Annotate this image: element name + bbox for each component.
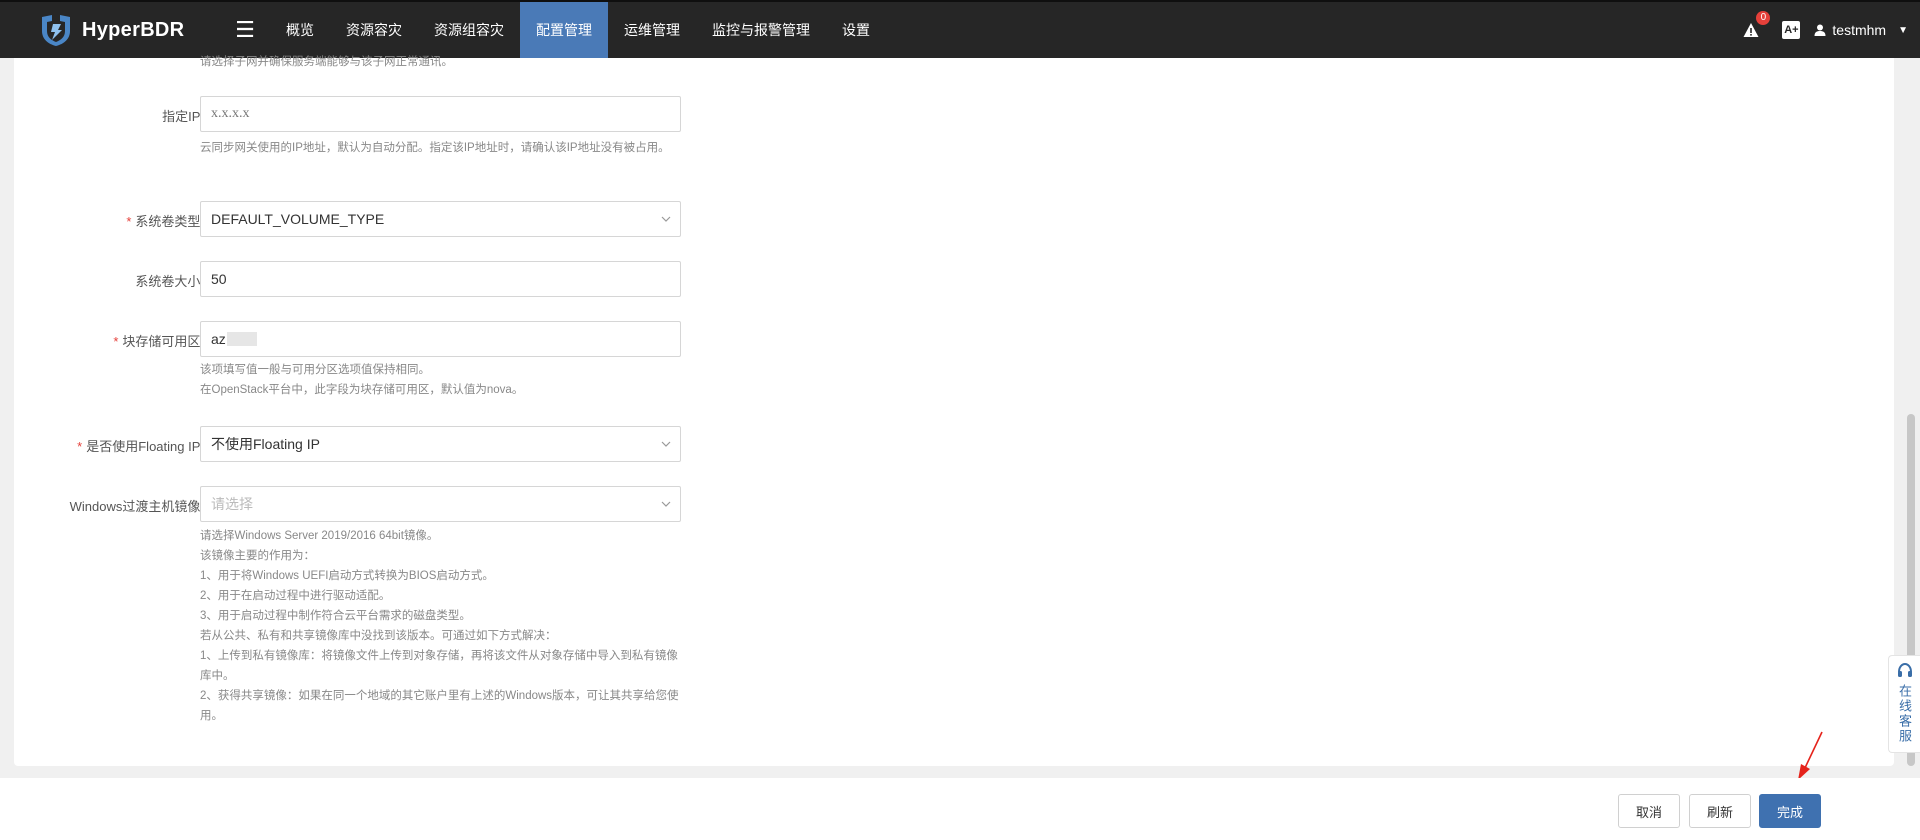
config-form-panel: 请选择子网并确保服务端能够与该子网正常通讯。 指定IP: 云同步网关使用的IP地… [14,56,1894,766]
volume-size-value: 50 [211,271,227,287]
headset-icon [1897,662,1912,677]
refresh-button[interactable]: 刷新 [1689,794,1751,828]
help-line: 在OpenStack平台中，此字段为块存储可用区，默认值为nova。 [200,384,524,396]
help-line: 该项填写值一般与可用分区选项值保持相同。 [200,364,430,376]
floating-ip-value: 不使用Floating IP [211,436,320,452]
online-service-label: 在线客服 [1897,684,1912,744]
chevron-down-icon [661,441,671,447]
ip-input[interactable] [200,96,681,132]
subnet-help-text: 请选择子网并确保服务端能够与该子网正常通讯。 [200,56,453,68]
main-nav: 概览 资源容灾 资源组容灾 配置管理 运维管理 监控与报警管理 设置 [270,2,886,58]
volume-type-select[interactable]: DEFAULT_VOLUME_TYPE [200,201,681,237]
help-line: 该镜像主要的作用为： [200,550,315,562]
help-line: 3、用于启动过程中制作符合云平台需求的磁盘类型。 [200,610,471,622]
form-footer: 取消 刷新 完成 [0,778,1920,840]
ip-label: 指定IP: [162,109,204,124]
nav-item-overview[interactable]: 概览 [270,2,330,58]
nav-item-monitoring-alerts[interactable]: 监控与报警管理 [696,2,826,58]
nav-item-config-management[interactable]: 配置管理 [520,2,608,58]
chevron-down-icon [661,501,671,507]
windows-image-placeholder: 请选择 [211,496,253,512]
nav-item-resource-group-dr[interactable]: 资源组容灾 [418,2,520,58]
windows-image-select[interactable]: 请选择 [200,486,681,522]
user-menu[interactable]: testmhm ▼ [1814,22,1908,38]
hyperbdr-logo-icon [42,15,70,46]
floating-ip-select[interactable]: 不使用Floating IP [200,426,681,462]
warning-icon [1743,23,1759,37]
user-icon [1814,24,1826,36]
alert-button[interactable]: 0 [1740,11,1771,41]
masked-value [226,332,257,346]
help-line: 2、用于在启动过程中进行驱动适配。 [200,590,391,602]
help-line: 1、用于将Windows UEFI启动方式转换为BIOS启动方式。 [200,570,494,582]
logo[interactable]: HyperBDR [38,12,208,48]
windows-image-help-text: 请选择Windows Server 2019/2016 64bit镜像。 该镜像… [200,526,680,726]
cancel-button[interactable]: 取消 [1618,794,1680,828]
windows-image-label: Windows过渡主机镜像: [69,499,204,514]
nav-item-ops-management[interactable]: 运维管理 [608,2,696,58]
ip-help-text: 云同步网关使用的IP地址，默认为自动分配。指定该IP地址时，请确认该IP地址没有… [200,142,670,154]
header-actions: 0 A+ testmhm ▼ [1740,11,1908,41]
floating-ip-label: * 是否使用Floating IP: [77,439,204,454]
nav-item-settings[interactable]: 设置 [826,2,886,58]
top-navbar: HyperBDR ☰ 概览 资源容灾 资源组容灾 配置管理 运维管理 监控与报警… [0,0,1920,58]
block-az-label: * 块存储可用区: [113,334,204,349]
help-line: 1、上传到私有镜像库：将镜像文件上传到对象存储，再将该文件从对象存储中导入到私有… [200,650,678,682]
app-name: HyperBDR [82,18,185,41]
block-az-value: az [211,331,226,347]
volume-type-label: * 系统卷类型: [126,214,204,229]
block-az-input[interactable]: az [200,321,681,357]
finish-button[interactable]: 完成 [1759,794,1821,828]
notification-badge: 0 [1756,11,1771,25]
online-service-widget[interactable]: 在线客服 [1888,655,1920,753]
chevron-down-icon: ▼ [1898,24,1908,36]
username: testmhm [1832,22,1887,38]
font-size-icon[interactable]: A+ [1782,21,1801,39]
help-line: 若从公共、私有和共享镜像库中没找到该版本。可通过如下方式解决： [200,630,557,642]
volume-size-input[interactable]: 50 [200,261,681,297]
menu-toggle-icon[interactable]: ☰ [220,2,270,58]
help-line: 请选择Windows Server 2019/2016 64bit镜像。 [200,530,439,542]
help-line: 2、获得共享镜像：如果在同一个地域的其它账户里有上述的Windows版本，可让其… [200,690,679,722]
block-az-help-text: 该项填写值一般与可用分区选项值保持相同。 在OpenStack平台中，此字段为块… [200,360,690,400]
chevron-down-icon [661,216,671,222]
annotation-arrow-icon [1798,731,1823,780]
volume-type-value: DEFAULT_VOLUME_TYPE [211,211,385,227]
nav-item-resource-dr[interactable]: 资源容灾 [330,2,418,58]
volume-size-label: 系统卷大小: [135,274,204,289]
